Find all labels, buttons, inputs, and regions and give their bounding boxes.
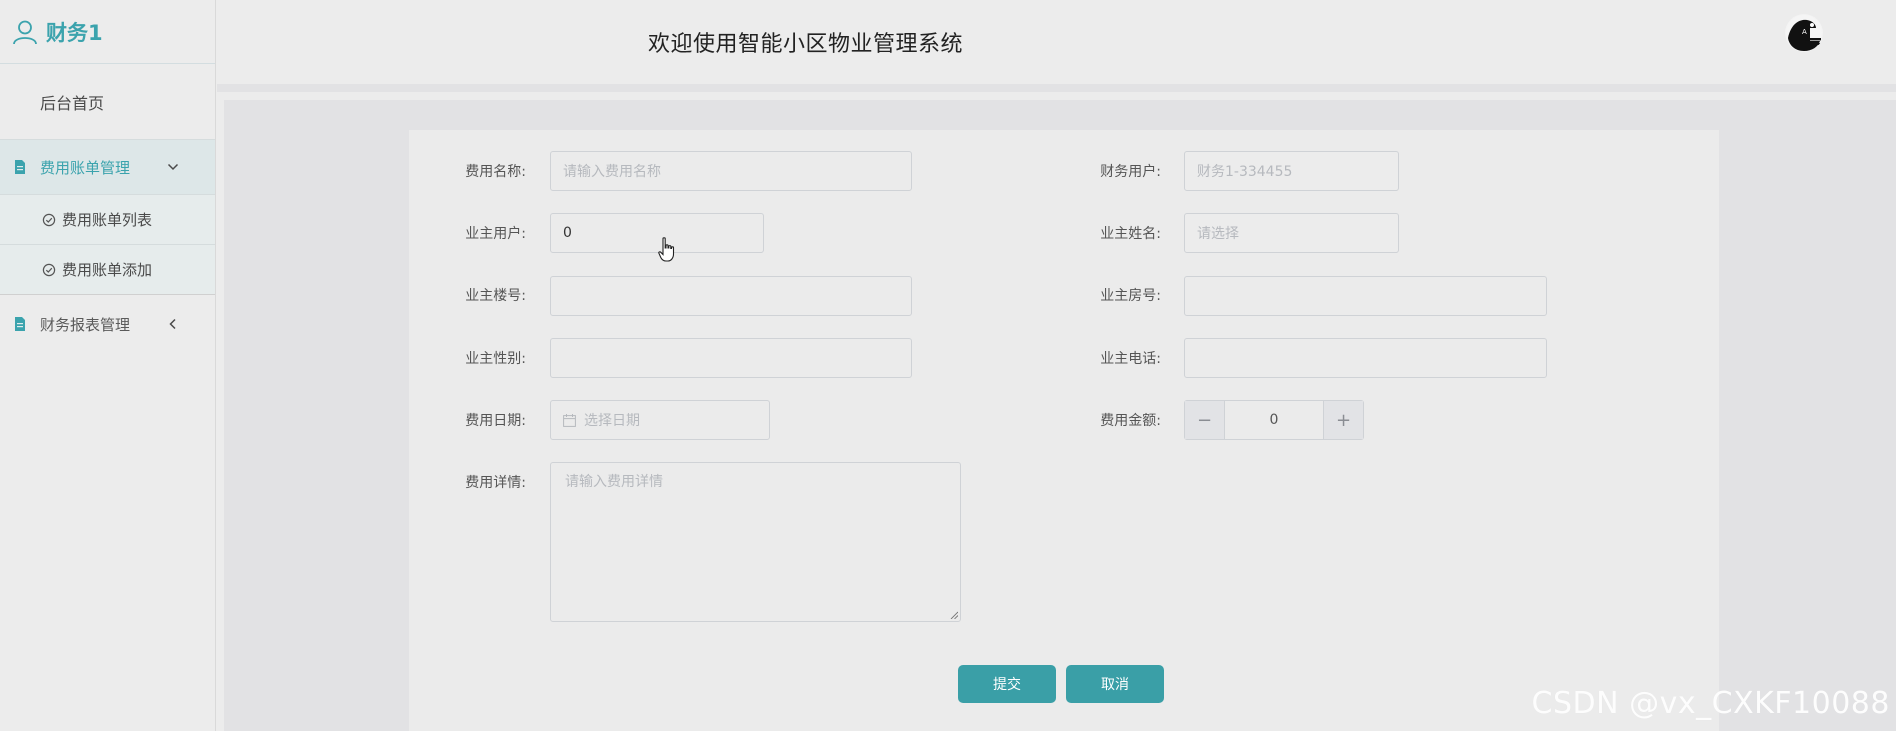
sidebar-group-label: 财务报表管理 xyxy=(40,315,131,334)
document-icon xyxy=(15,317,25,331)
sidebar-item-label: 费用账单列表 xyxy=(62,211,153,229)
document-icon xyxy=(15,160,25,174)
owner-building-input[interactable] xyxy=(550,276,912,316)
sidebar-group-label: 费用账单管理 xyxy=(40,158,131,177)
resize-grip-icon[interactable] xyxy=(950,611,958,619)
user-icon xyxy=(13,20,37,44)
watermark: CSDN @vx_CXKF10088 xyxy=(1531,686,1890,721)
fee-detail-textarea[interactable]: 请输入费用详情 xyxy=(550,462,961,622)
hand-pointer-icon xyxy=(658,237,675,262)
fee-date-label: 费用日期: xyxy=(465,413,526,429)
check-circle-icon xyxy=(42,263,56,276)
fee-detail-placeholder: 请输入费用详情 xyxy=(565,474,663,490)
fee-name-placeholder: 请输入费用名称 xyxy=(563,164,661,180)
owner-user-value: 0 xyxy=(563,225,572,241)
fee-name-label: 费用名称: xyxy=(465,164,526,180)
calendar-icon xyxy=(563,413,576,427)
sidebar-item-home[interactable]: 后台首页 xyxy=(0,64,215,139)
owner-room-input[interactable] xyxy=(1184,276,1547,316)
owner-user-label: 业主用户: xyxy=(465,226,526,242)
owner-room-label: 业主房号: xyxy=(1100,288,1161,304)
owner-user-select[interactable]: 0 xyxy=(550,213,764,253)
sidebar-item-bill-add[interactable]: 费用账单添加 xyxy=(0,245,215,295)
sidebar-item-label: 费用账单添加 xyxy=(62,261,153,279)
owner-building-label: 业主楼号: xyxy=(465,288,526,304)
page-title: 欢迎使用智能小区物业管理系统 xyxy=(648,32,964,57)
sidebar: 财务1 后台首页 费用账单管理 费用账单列表 费用账单添加 财务报表管理 xyxy=(0,0,216,731)
svg-text:A: A xyxy=(1802,28,1807,36)
fee-amount-stepper: − 0 + xyxy=(1184,400,1364,440)
fee-date-picker[interactable]: 选择日期 xyxy=(550,400,770,440)
sidebar-user: 财务1 xyxy=(0,0,215,64)
fee-detail-label: 费用详情: xyxy=(465,475,526,491)
user-name: 财务1 xyxy=(46,20,103,45)
finance-user-label: 财务用户: xyxy=(1100,164,1161,180)
chevron-left-icon xyxy=(169,318,176,330)
owner-name-label: 业主姓名: xyxy=(1100,226,1161,242)
fee-amount-label: 费用金额: xyxy=(1100,413,1161,429)
top-header: 欢迎使用智能小区物业管理系统 A xyxy=(217,0,1896,92)
owner-gender-label: 业主性别: xyxy=(465,351,526,367)
sidebar-group-bills[interactable]: 费用账单管理 xyxy=(0,139,215,195)
fee-name-input[interactable]: 请输入费用名称 xyxy=(550,151,912,191)
avatar-icon: A xyxy=(1786,15,1822,51)
chevron-down-icon xyxy=(167,163,179,171)
fee-date-placeholder: 选择日期 xyxy=(584,413,640,429)
owner-phone-label: 业主电话: xyxy=(1100,351,1161,367)
cancel-button[interactable]: 取消 xyxy=(1066,665,1164,703)
avatar[interactable]: A xyxy=(1785,14,1823,52)
increment-button[interactable]: + xyxy=(1323,401,1363,439)
sidebar-item-bill-list[interactable]: 费用账单列表 xyxy=(0,195,215,245)
sidebar-group-reports[interactable]: 财务报表管理 xyxy=(0,295,215,353)
decrement-button[interactable]: − xyxy=(1185,401,1225,439)
check-circle-icon xyxy=(42,213,56,226)
submit-button[interactable]: 提交 xyxy=(958,665,1056,703)
finance-user-placeholder: 财务1-334455 xyxy=(1197,164,1293,180)
fee-amount-value[interactable]: 0 xyxy=(1225,401,1323,439)
owner-phone-input[interactable] xyxy=(1184,338,1547,378)
owner-gender-input[interactable] xyxy=(550,338,912,378)
owner-name-input[interactable]: 请选择 xyxy=(1184,213,1399,253)
finance-user-input[interactable]: 财务1-334455 xyxy=(1184,151,1399,191)
owner-name-placeholder: 请选择 xyxy=(1197,226,1239,242)
